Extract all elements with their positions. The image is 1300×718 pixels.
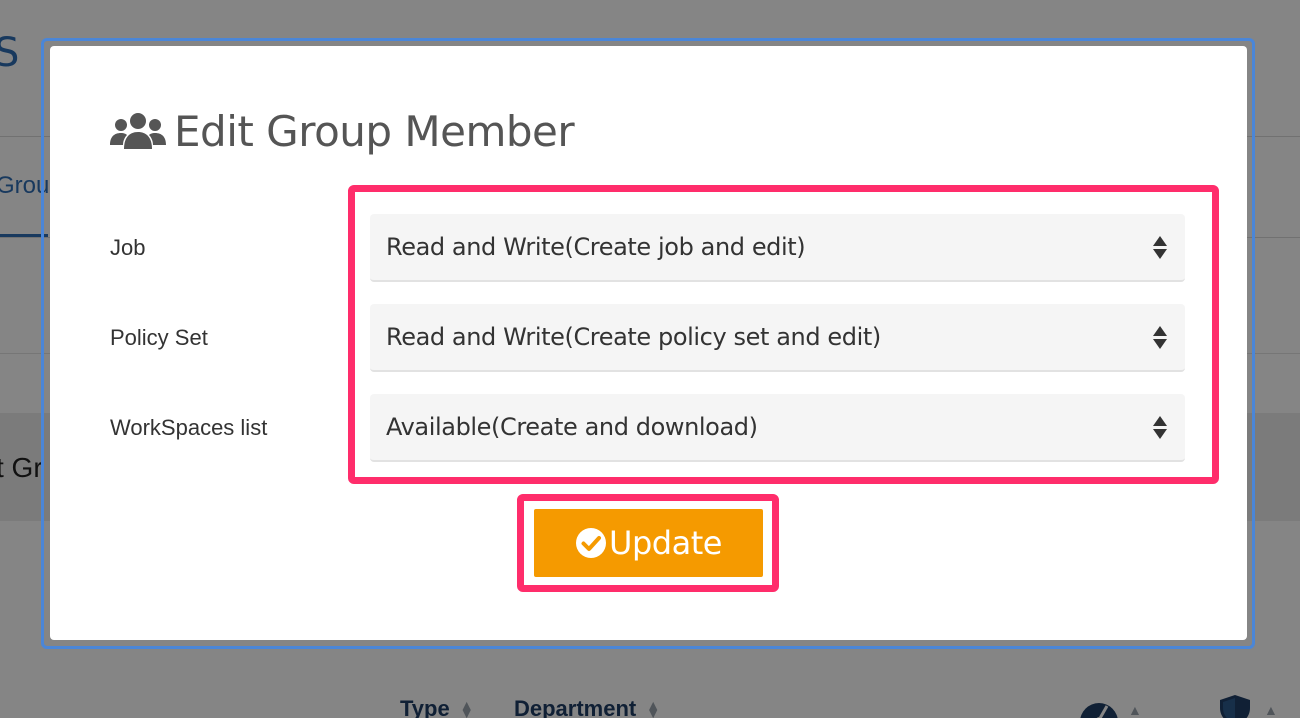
policy-set-label: Policy Set bbox=[110, 325, 208, 350]
select-arrows-icon bbox=[1153, 325, 1167, 349]
policy-set-permission-select[interactable]: Read and Write(Create policy set and edi… bbox=[370, 304, 1185, 372]
job-permission-select[interactable]: Read and Write(Create job and edit) bbox=[370, 214, 1185, 282]
dialog-title: Edit Group Member bbox=[110, 104, 575, 160]
policy-set-permission-value: Read and Write(Create policy set and edi… bbox=[386, 323, 881, 351]
check-circle-icon bbox=[576, 528, 607, 558]
workspaces-list-permission-select[interactable]: Available(Create and download) bbox=[370, 394, 1185, 462]
job-permission-value: Read and Write(Create job and edit) bbox=[386, 233, 806, 261]
update-button[interactable]: Update bbox=[532, 507, 765, 579]
edit-group-member-dialog: Edit Group Member Job Policy Set WorkSpa… bbox=[50, 46, 1247, 640]
select-arrows-icon bbox=[1153, 235, 1167, 259]
dialog-title-text: Edit Group Member bbox=[174, 107, 575, 156]
job-label: Job bbox=[110, 235, 146, 260]
workspaces-list-label: WorkSpaces list bbox=[110, 415, 268, 440]
select-arrows-icon bbox=[1153, 415, 1167, 439]
users-icon bbox=[110, 113, 166, 149]
workspaces-list-permission-value: Available(Create and download) bbox=[386, 413, 758, 441]
update-button-label: Update bbox=[609, 524, 722, 562]
